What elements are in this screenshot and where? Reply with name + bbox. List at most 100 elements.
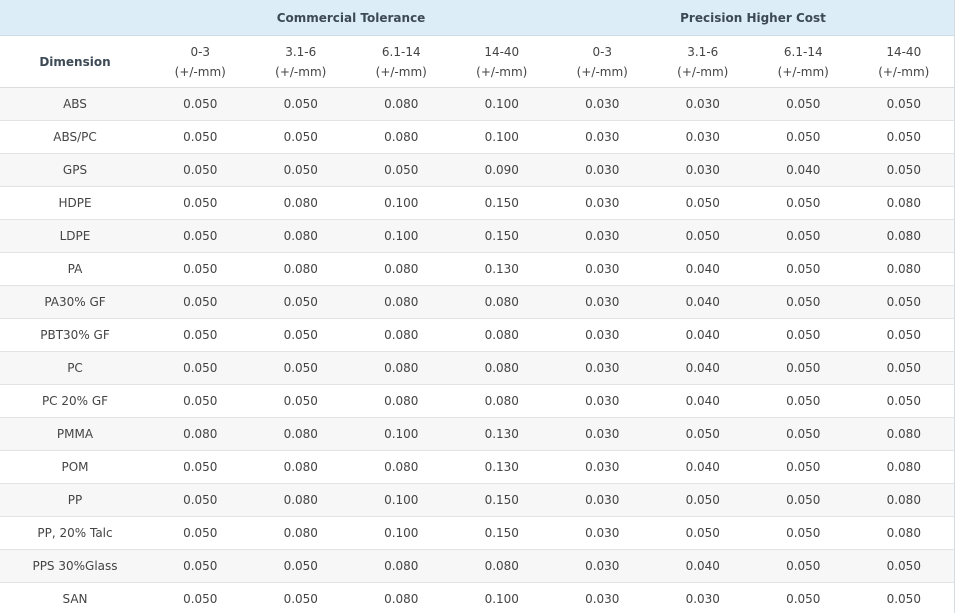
tolerance-value-cell: 0.050 — [753, 120, 854, 154]
tolerance-value-cell: 0.040 — [652, 384, 754, 418]
tolerance-value-cell: 0.050 — [753, 351, 854, 385]
tolerance-value-cell: 0.150 — [451, 516, 553, 550]
tolerance-value-cell: 0.100 — [351, 483, 452, 517]
unit-label: (+/-mm) — [275, 64, 327, 79]
range-label: 14-40 — [886, 44, 922, 59]
material-cell: PP, 20% Talc — [0, 516, 150, 550]
tolerance-value-cell: 0.050 — [853, 384, 954, 418]
tolerance-value-cell: 0.150 — [451, 186, 553, 220]
tolerance-value-cell: 0.080 — [853, 516, 954, 550]
tolerance-value-cell: 0.080 — [250, 186, 351, 220]
tolerance-value-cell: 0.030 — [652, 120, 754, 154]
tolerance-value-cell: 0.050 — [853, 120, 954, 154]
table-row: PP 0.050 0.080 0.100 0.150 0.030 0.050 0.050 0.0… — [0, 483, 954, 517]
tolerance-value-cell: 0.080 — [351, 450, 452, 484]
tolerance-value-cell: 0.080 — [351, 285, 452, 319]
tolerance-value-cell: 0.050 — [753, 186, 854, 220]
tolerance-value-cell: 0.030 — [552, 351, 653, 385]
range-label: 3.1-6 — [285, 44, 317, 59]
tolerance-value-cell: 0.080 — [250, 450, 351, 484]
table-row: PC 20% GF 0.050 0.050 0.080 0.080 0.030 0.040 0… — [0, 384, 954, 418]
table-row: PPS 30%Glass 0.050 0.050 0.080 0.080 0.030 0.0… — [0, 549, 954, 583]
tolerance-value-cell: 0.050 — [250, 384, 351, 418]
tolerance-value-cell: 0.050 — [250, 120, 351, 154]
tolerance-value-cell: 0.080 — [351, 252, 452, 286]
tolerance-value-cell: 0.080 — [250, 516, 351, 550]
material-cell: PMMA — [0, 417, 150, 451]
range-label: 3.1-6 — [687, 44, 719, 59]
tolerance-value-cell: 0.050 — [150, 87, 251, 121]
tolerance-value-cell: 0.050 — [150, 516, 251, 550]
tolerance-value-cell: 0.100 — [351, 186, 452, 220]
tolerance-value-cell: 0.030 — [552, 516, 653, 550]
tolerance-value-cell: 0.080 — [853, 450, 954, 484]
unit-label: (+/-mm) — [576, 64, 628, 79]
table-row: PA 0.050 0.080 0.080 0.130 0.030 0.040 0.050 0.0… — [0, 252, 954, 286]
material-cell: PA30% GF — [0, 285, 150, 319]
tolerance-value-cell: 0.050 — [150, 153, 251, 187]
tolerance-value-cell: 0.050 — [150, 549, 251, 583]
tolerance-value-cell: 0.080 — [451, 351, 553, 385]
table-row: PP, 20% Talc 0.050 0.080 0.100 0.150 0.030 0.0… — [0, 516, 954, 550]
material-cell: PC — [0, 351, 150, 385]
table-row: PC 0.050 0.050 0.080 0.080 0.030 0.040 0.050 0.0… — [0, 351, 954, 385]
tolerance-value-cell: 0.050 — [853, 318, 954, 352]
tolerance-value-cell: 0.030 — [552, 384, 653, 418]
tolerance-value-cell: 0.050 — [753, 219, 854, 253]
tolerance-value-cell: 0.080 — [351, 120, 452, 154]
column-header-range: 6.1-14 (+/-mm) — [753, 35, 854, 88]
tolerance-value-cell: 0.100 — [451, 87, 553, 121]
tolerance-value-cell: 0.050 — [753, 582, 854, 613]
tolerance-value-cell: 0.050 — [250, 87, 351, 121]
tolerance-value-cell: 0.050 — [753, 549, 854, 583]
unit-label: (+/-mm) — [476, 64, 528, 79]
tolerance-table: Commercial Tolerance Precision Higher Co… — [0, 0, 954, 613]
tolerance-value-cell: 0.030 — [552, 450, 653, 484]
tolerance-value-cell: 0.030 — [552, 153, 653, 187]
group-header-precision: Precision Higher Cost — [552, 0, 954, 36]
tolerance-value-cell: 0.080 — [351, 549, 452, 583]
tolerance-value-cell: 0.080 — [853, 417, 954, 451]
tolerance-value-cell: 0.040 — [753, 153, 854, 187]
tolerance-value-cell: 0.050 — [150, 285, 251, 319]
tolerance-value-cell: 0.150 — [451, 483, 553, 517]
tolerance-value-cell: 0.040 — [652, 549, 754, 583]
tolerance-value-cell: 0.080 — [250, 252, 351, 286]
tolerance-value-cell: 0.030 — [652, 87, 754, 121]
tolerance-value-cell: 0.050 — [652, 417, 754, 451]
tolerance-value-cell: 0.050 — [150, 186, 251, 220]
tolerance-value-cell: 0.050 — [250, 153, 351, 187]
unit-label: (+/-mm) — [677, 64, 729, 79]
tolerance-value-cell: 0.130 — [451, 252, 553, 286]
material-cell: PA — [0, 252, 150, 286]
tolerance-value-cell: 0.050 — [853, 153, 954, 187]
tolerance-value-cell: 0.080 — [351, 87, 452, 121]
tolerance-value-cell: 0.050 — [250, 582, 351, 613]
material-cell: ABS — [0, 87, 150, 121]
column-header-range: 3.1-6 (+/-mm) — [652, 35, 754, 88]
tolerance-value-cell: 0.050 — [753, 450, 854, 484]
tolerance-value-cell: 0.080 — [250, 417, 351, 451]
tolerance-value-cell: 0.050 — [652, 186, 754, 220]
tolerance-value-cell: 0.050 — [150, 120, 251, 154]
material-cell: LDPE — [0, 219, 150, 253]
tolerance-value-cell: 0.100 — [351, 516, 452, 550]
tolerance-value-cell: 0.030 — [552, 549, 653, 583]
column-header-range: 14-40 (+/-mm) — [451, 35, 553, 88]
tolerance-value-cell: 0.030 — [652, 582, 754, 613]
table-row: PMMA 0.080 0.080 0.100 0.130 0.030 0.050 0.050 0… — [0, 417, 954, 451]
column-header-range: 0-3 (+/-mm) — [150, 35, 251, 88]
tolerance-value-cell: 0.100 — [351, 417, 452, 451]
table-body: ABS 0.050 0.050 0.080 0.100 0.030 0.030 0.050 0.… — [0, 87, 954, 613]
column-header-range: 3.1-6 (+/-mm) — [250, 35, 351, 88]
tolerance-value-cell: 0.130 — [451, 417, 553, 451]
tolerance-value-cell: 0.030 — [652, 153, 754, 187]
material-cell: PPS 30%Glass — [0, 549, 150, 583]
tolerance-value-cell: 0.080 — [250, 483, 351, 517]
table-row: LDPE 0.050 0.080 0.100 0.150 0.030 0.050 0.050 0… — [0, 219, 954, 253]
tolerance-value-cell: 0.050 — [753, 252, 854, 286]
tolerance-value-cell: 0.050 — [150, 318, 251, 352]
column-header-range: 6.1-14 (+/-mm) — [351, 35, 452, 88]
material-cell: PC 20% GF — [0, 384, 150, 418]
tolerance-value-cell: 0.080 — [351, 351, 452, 385]
